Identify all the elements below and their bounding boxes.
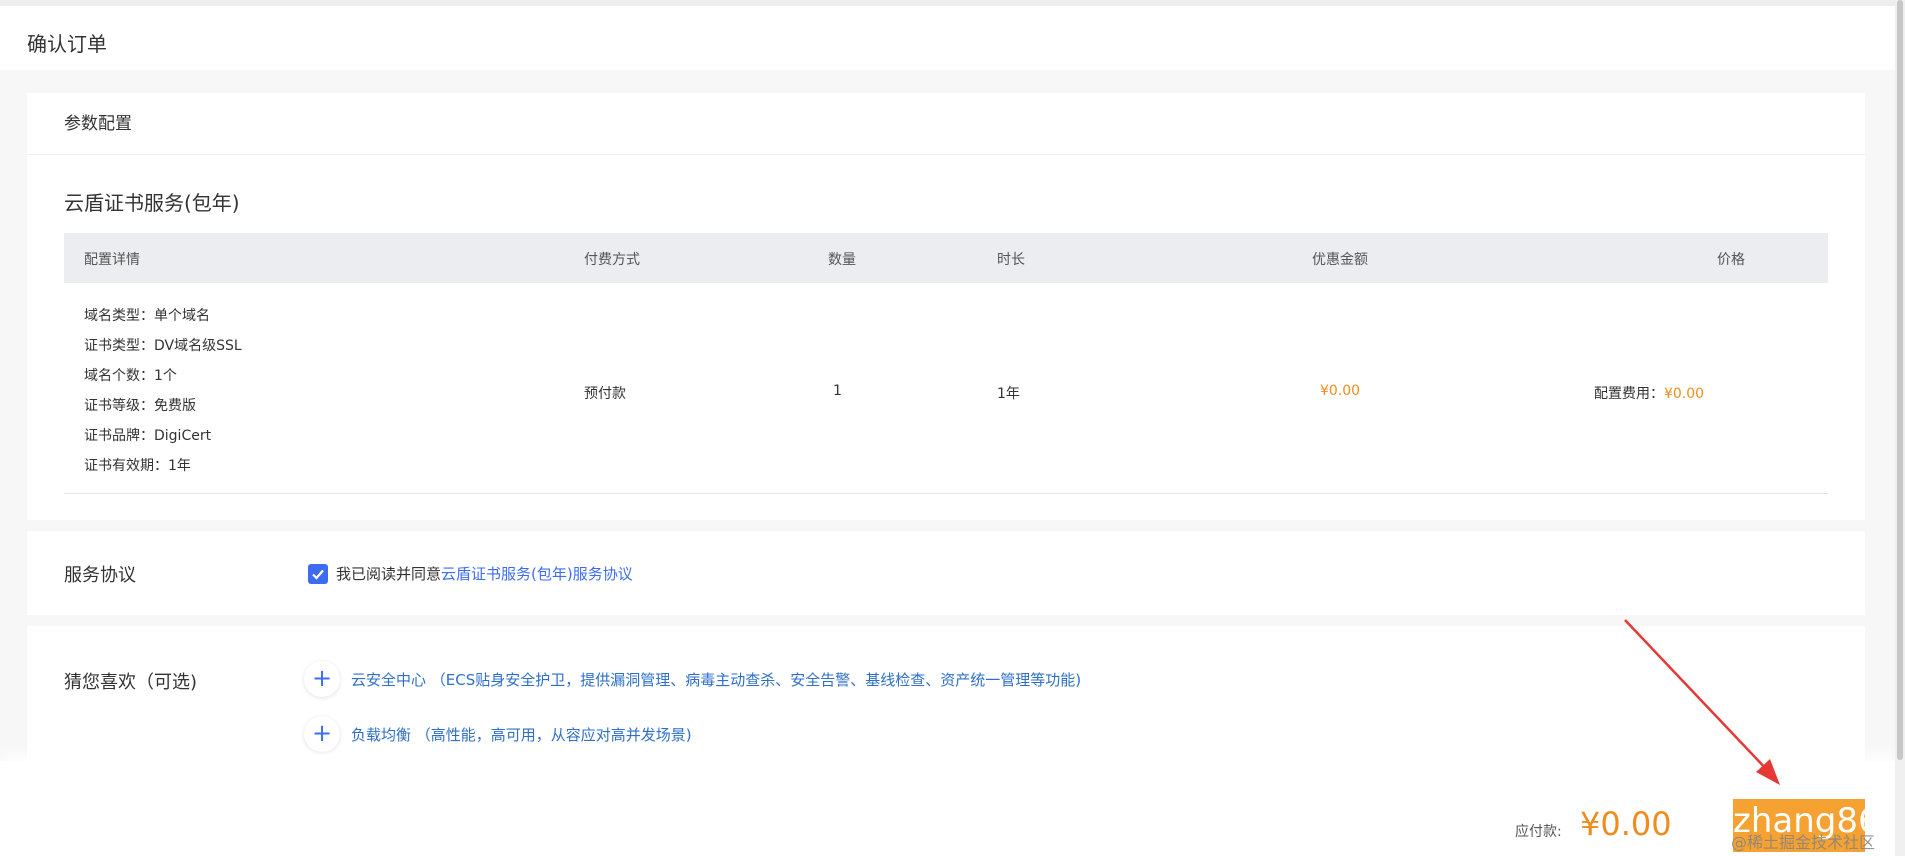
plus-icon[interactable]: +	[304, 716, 340, 752]
detail-cert-type: 证书类型：DV域名级SSL	[84, 338, 242, 354]
detail-domain-count: 域名个数：1个	[84, 368, 177, 384]
config-card: 参数配置 云盾证书服务(包年) 配置详情 付费方式 数量 时长 优惠金额 价格 …	[27, 93, 1865, 520]
detail-cert-brand: 证书品牌：DigiCert	[84, 428, 212, 444]
check-icon	[312, 569, 324, 580]
detail-validity: 证书有效期：1年	[84, 458, 191, 474]
config-table: 配置详情 付费方式 数量 时长 优惠金额 价格 域名类型：单个域名 证书类型：D…	[64, 233, 1828, 494]
cell-duration: 1年	[997, 386, 1020, 402]
config-details: 域名类型：单个域名 证书类型：DV域名级SSL 域名个数：1个 证书等级：免费版…	[84, 301, 242, 481]
header-discount: 优惠金额	[1312, 252, 1368, 268]
header-quantity: 数量	[828, 252, 856, 268]
agreement-link[interactable]: 云盾证书服务(包年)服务协议	[441, 565, 633, 583]
recommend-item-label[interactable]: 负载均衡 （高性能，高可用，从容应对高并发场景)	[351, 724, 692, 745]
agreement-label: 服务协议	[64, 565, 136, 586]
header-details: 配置详情	[84, 252, 140, 268]
cell-price: 配置费用：¥0.00	[1594, 383, 1704, 403]
agreement-checkbox[interactable]	[308, 564, 328, 584]
header-payment: 付费方式	[584, 252, 640, 268]
page-header: 确认订单	[0, 0, 1895, 70]
price-value: ¥0.00	[1664, 386, 1705, 402]
table-header: 配置详情 付费方式 数量 时长 优惠金额 价格	[64, 233, 1828, 283]
price-label: 配置费用：	[1594, 386, 1664, 402]
arrow-annotation	[1624, 619, 1780, 785]
payable-label: 应付款:	[1515, 824, 1562, 840]
agreement-card: 服务协议 我已阅读并同意云盾证书服务(包年)服务协议	[27, 531, 1865, 615]
cell-payment: 预付款	[584, 386, 626, 402]
table-row: 域名类型：单个域名 证书类型：DV域名级SSL 域名个数：1个 证书等级：免费版…	[64, 283, 1828, 494]
watermark-community: @稀土掘金技术社区	[1731, 833, 1876, 852]
recommend-card: 猜您喜欢（可选) + 云安全中心 （ECS贴身安全护卫，提供漏洞管理、病毒主动查…	[27, 626, 1865, 761]
recommend-label: 猜您喜欢（可选)	[64, 672, 198, 693]
payable-amount: ¥0.00	[1580, 805, 1672, 843]
scrollbar[interactable]	[1895, 0, 1905, 856]
header-duration: 时长	[997, 252, 1025, 268]
page-title: 确认订单	[27, 32, 107, 56]
detail-domain-type: 域名类型：单个域名	[84, 308, 210, 324]
cell-discount: ¥0.00	[1320, 383, 1361, 399]
config-heading: 参数配置	[27, 93, 1865, 155]
product-name: 云盾证书服务(包年)	[64, 191, 240, 215]
recommend-item-label[interactable]: 云安全中心 （ECS贴身安全护卫，提供漏洞管理、病毒主动查杀、安全告警、基线检查…	[351, 669, 1081, 690]
header-price: 价格	[1717, 252, 1745, 268]
cell-quantity: 1	[833, 383, 842, 399]
scrollbar-thumb[interactable]	[1897, 0, 1903, 760]
plus-icon[interactable]: +	[304, 661, 340, 697]
agreement-prefix: 我已阅读并同意	[336, 565, 442, 583]
detail-cert-level: 证书等级：免费版	[84, 398, 196, 414]
agreement-text: 我已阅读并同意云盾证书服务(包年)服务协议	[336, 563, 633, 584]
